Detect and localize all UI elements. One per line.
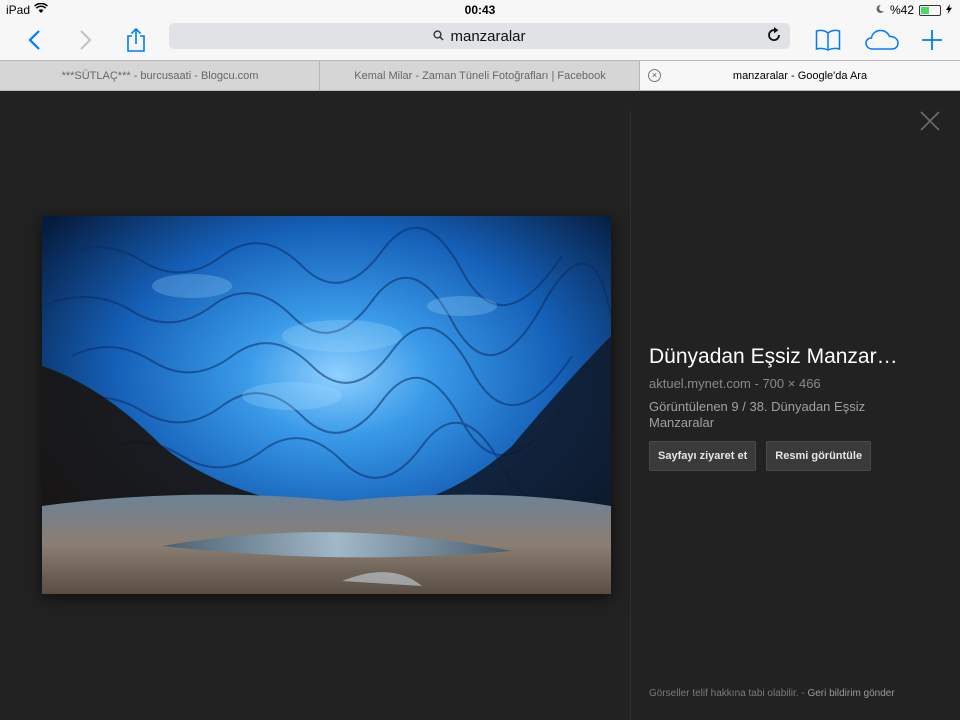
- charging-icon: [946, 3, 952, 17]
- bookmarks-icon: [815, 29, 841, 51]
- search-icon: [433, 28, 445, 45]
- close-icon: [920, 111, 940, 131]
- panel-divider: [630, 111, 631, 720]
- tab-facebook[interactable]: Kemal Milar - Zaman Tüneli Fotoğrafları …: [320, 61, 640, 90]
- tab-label: Kemal Milar - Zaman Tüneli Fotoğrafları …: [354, 69, 606, 82]
- share-button[interactable]: [122, 20, 150, 60]
- tab-blogcu[interactable]: ***SÜTLAÇ*** - burcusaati - Blogcu.com: [0, 61, 320, 90]
- address-bar[interactable]: manzaralar: [169, 23, 790, 49]
- address-text: manzaralar: [450, 27, 526, 45]
- ice-cave-photo[interactable]: [42, 216, 611, 594]
- status-bar: iPad 00:43 %42: [0, 0, 960, 20]
- image-title[interactable]: Dünyadan Eşsiz Manzar…: [649, 345, 939, 369]
- image-source: aktuel.mynet.com - 700 × 466: [649, 376, 939, 391]
- tab-google[interactable]: × manzaralar - Google'da Ara: [640, 61, 960, 90]
- action-buttons: Sayfayı ziyaret et Resmi görüntüle: [649, 441, 939, 471]
- status-right: %42: [875, 3, 952, 17]
- battery-percent: %42: [889, 3, 914, 17]
- viewer-footer: Görseller telif hakkına tabi olabilir. -…: [649, 688, 895, 699]
- bookmarks-button[interactable]: [814, 20, 842, 60]
- forward-icon: [80, 30, 92, 50]
- battery-icon: [919, 4, 941, 16]
- footer-separator: -: [801, 688, 805, 699]
- icloud-tabs-icon: [865, 29, 899, 50]
- icloud-tabs-button[interactable]: [864, 20, 900, 60]
- image-viewer: Dünyadan Eşsiz Manzar… aktuel.mynet.com …: [0, 91, 960, 720]
- safari-toolbar: manzaralar: [0, 20, 960, 60]
- source-domain[interactable]: aktuel.mynet.com: [649, 376, 751, 391]
- photo-image: [42, 216, 611, 594]
- close-viewer-button[interactable]: [918, 109, 942, 133]
- view-image-button[interactable]: Resmi görüntüle: [766, 441, 872, 471]
- tab-close-icon[interactable]: ×: [648, 69, 661, 82]
- tab-label: ***SÜTLAÇ*** - burcusaati - Blogcu.com: [61, 69, 259, 82]
- image-description: Görüntülenen 9 / 38. Dünyadan Eşsiz Manz…: [649, 399, 866, 430]
- moon-icon: [875, 3, 885, 17]
- feedback-link[interactable]: Geri bildirim gönder: [807, 688, 894, 699]
- image-dimensions: 700 × 466: [762, 376, 821, 391]
- back-button[interactable]: [20, 20, 48, 60]
- tab-bar: ***SÜTLAÇ*** - burcusaati - Blogcu.com K…: [0, 60, 960, 91]
- tab-label: manzaralar - Google'da Ara: [732, 69, 868, 82]
- visit-page-button[interactable]: Sayfayı ziyaret et: [649, 441, 757, 471]
- share-icon: [127, 27, 145, 52]
- new-tab-icon: [922, 30, 942, 50]
- back-icon: [28, 30, 40, 50]
- image-info-panel: Dünyadan Eşsiz Manzar… aktuel.mynet.com …: [649, 345, 939, 471]
- new-tab-button[interactable]: [918, 20, 946, 60]
- copyright-notice: Görseller telif hakkına tabi olabilir.: [649, 688, 799, 699]
- reload-icon[interactable]: [766, 26, 782, 48]
- forward-button[interactable]: [72, 20, 100, 60]
- status-time: 00:43: [464, 3, 496, 17]
